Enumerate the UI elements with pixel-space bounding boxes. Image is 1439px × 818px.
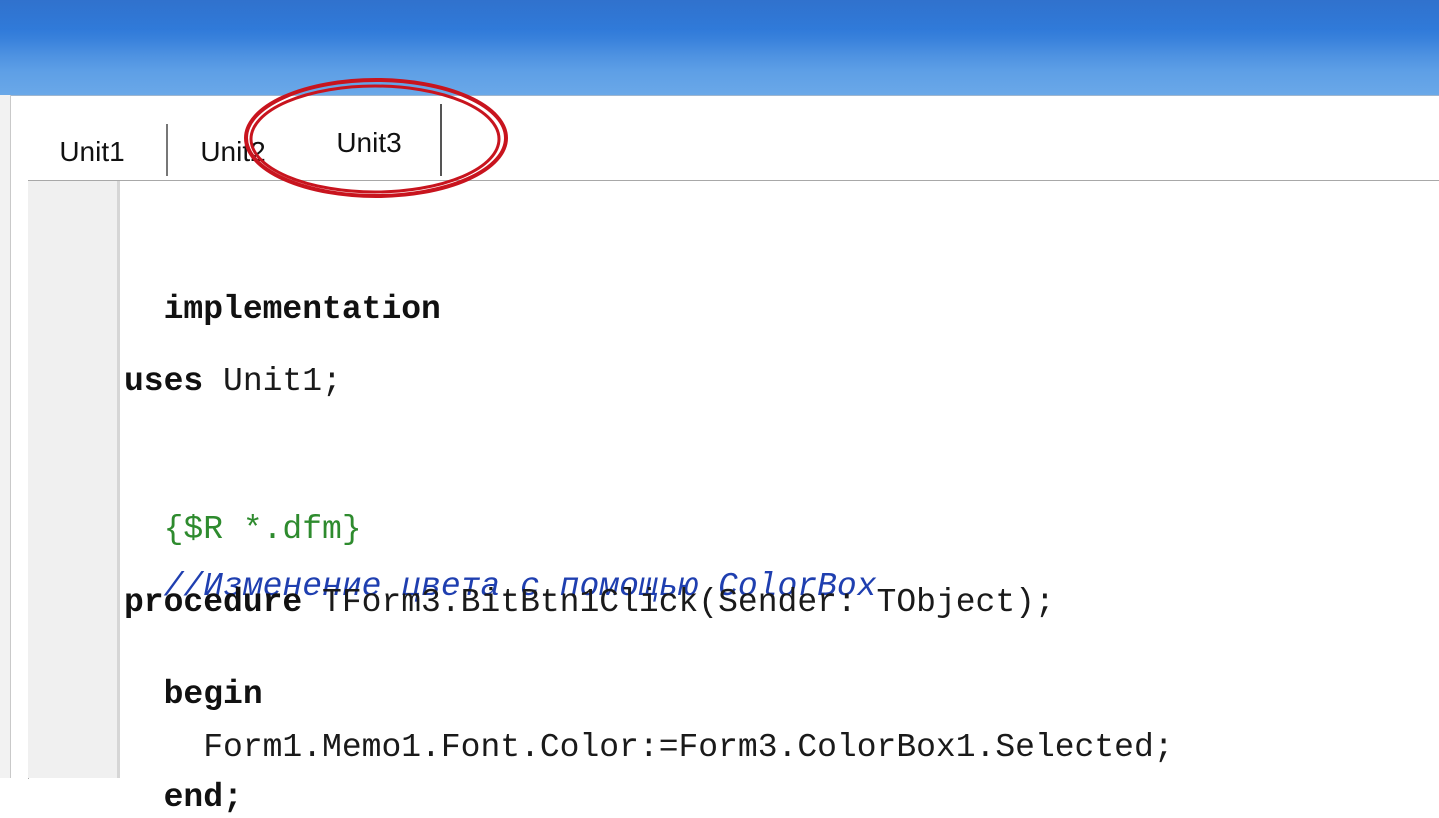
procedure-signature: TForm3.BitBtn1Click(Sender: TObject);: [302, 584, 1055, 621]
tab-unit1[interactable]: Unit1: [18, 124, 166, 180]
keyword-uses: uses: [124, 363, 204, 400]
statement-assign-color: Form1.Memo1.Font.Color:=Form3.ColorBox1.…: [163, 729, 1174, 766]
tab-label: Unit2: [200, 136, 266, 167]
tab-label: Unit3: [336, 127, 402, 158]
code-line-end[interactable]: end;: [124, 738, 243, 818]
gutter-divider: [117, 181, 120, 778]
keyword-procedure: procedure: [124, 584, 303, 621]
code-line-body[interactable]: Form1.Memo1.Font.Color:=Form3.ColorBox1.…: [124, 688, 1174, 768]
tab-unit3-active[interactable]: Unit3: [298, 110, 440, 176]
tab-unit2[interactable]: Unit2: [168, 124, 298, 180]
uses-unit-list: Unit1;: [203, 363, 342, 400]
title-bar-gloss: [0, 0, 1439, 40]
code-line-implementation[interactable]: implementation: [124, 250, 441, 330]
left-frame-edge: [0, 95, 11, 778]
keyword-end: end;: [163, 779, 243, 816]
window-title-bar: [0, 0, 1439, 95]
tab-separator: [440, 104, 442, 176]
editor-gutter: [28, 181, 117, 778]
tab-label: Unit1: [59, 136, 125, 167]
code-line-procedure[interactable]: procedure TForm3.BitBtn1Click(Sender: TO…: [124, 583, 1055, 623]
code-line-uses[interactable]: uses Unit1;: [124, 362, 342, 402]
keyword-implementation: implementation: [163, 291, 441, 328]
